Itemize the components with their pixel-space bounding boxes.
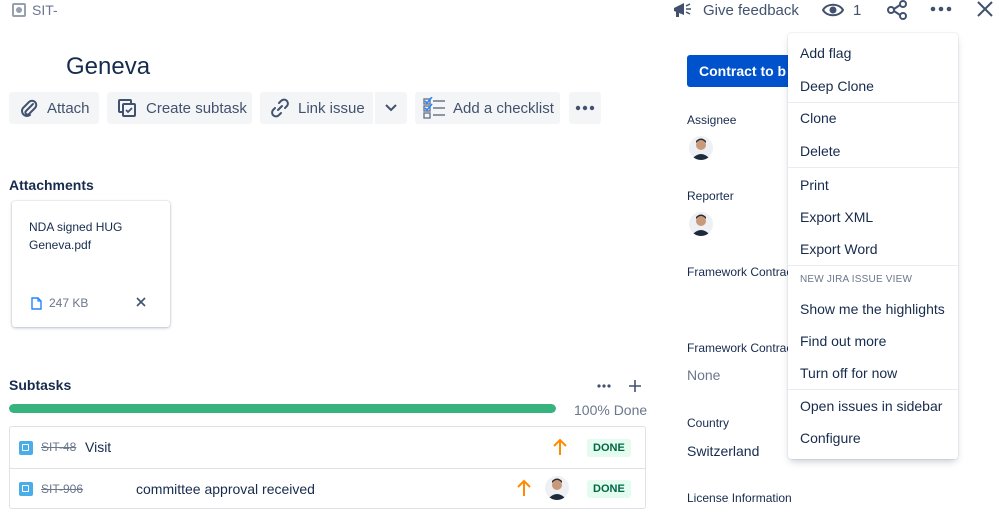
subtask-title[interactable]: committee approval received <box>136 481 315 497</box>
menu-item-show-highlights[interactable]: Show me the highlights <box>788 293 958 325</box>
issue-title[interactable]: Geneva <box>66 53 150 81</box>
watchers-count: 1 <box>853 1 862 19</box>
attachments-heading: Attachments <box>9 177 94 193</box>
link-issue-button[interactable]: Link issue <box>260 92 373 124</box>
menu-divider <box>788 265 958 266</box>
reporter-avatar[interactable] <box>689 212 713 236</box>
avatar[interactable] <box>545 476 569 500</box>
megaphone-icon <box>674 3 691 17</box>
priority-high-icon <box>553 438 567 455</box>
subtasks-more-icon[interactable] <box>597 383 611 389</box>
checklist-icon <box>423 97 445 119</box>
assignee-avatar[interactable] <box>689 136 713 160</box>
more-toolbar-button[interactable] <box>569 92 601 124</box>
person-avatar-icon <box>547 478 567 500</box>
framework-contract-2-value[interactable]: None <box>687 367 720 383</box>
country-label: Country <box>687 416 730 430</box>
breadcrumb[interactable]: SIT- <box>12 2 58 18</box>
reporter-label: Reporter <box>687 189 734 203</box>
menu-item-add-flag[interactable]: Add flag <box>788 37 958 69</box>
subtask-key[interactable]: SIT-48 <box>41 440 76 454</box>
link-icon <box>271 98 289 118</box>
status-badge[interactable]: DONE <box>587 480 631 498</box>
menu-item-find-out-more[interactable]: Find out more <box>788 325 958 357</box>
framework-contract-label: Framework Contrac <box>687 265 793 279</box>
add-subtask-icon[interactable] <box>627 378 643 394</box>
delete-attachment-icon[interactable] <box>136 297 146 307</box>
paperclip-icon <box>21 99 38 117</box>
menu-section-heading: NEW JIRA ISSUE VIEW <box>800 274 913 285</box>
transition-button[interactable]: Contract to b <box>687 55 797 87</box>
subtasks-table: SIT-48 Visit DONE SIT-906 committee appr… <box>9 426 646 509</box>
subtask-row[interactable]: SIT-906 committee approval received DONE <box>10 468 645 509</box>
priority-high-icon <box>517 479 531 496</box>
more-icon <box>575 105 595 111</box>
person-avatar-icon <box>691 214 711 236</box>
license-information-label: License Information <box>687 491 792 505</box>
eye-icon <box>822 3 844 17</box>
menu-item-print[interactable]: Print <box>788 169 958 201</box>
issue-key[interactable]: SIT- <box>32 2 58 18</box>
menu-item-turn-off[interactable]: Turn off for now <box>788 357 958 389</box>
project-icon <box>12 3 26 17</box>
country-value[interactable]: Switzerland <box>687 443 759 459</box>
subtasks-heading: Subtasks <box>9 377 72 393</box>
framework-contract-2-label: Framework Contrac <box>687 341 793 355</box>
status-badge[interactable]: DONE <box>587 439 631 457</box>
menu-item-deep-clone[interactable]: Deep Clone <box>788 70 958 102</box>
menu-item-clone[interactable]: Clone <box>788 102 958 134</box>
share-icon[interactable] <box>886 0 908 20</box>
document-icon <box>31 297 42 310</box>
subtasks-progress-bar <box>9 404 556 413</box>
subtask-type-icon <box>19 441 33 455</box>
menu-item-export-xml[interactable]: Export XML <box>788 201 958 233</box>
subtask-type-icon <box>19 482 33 496</box>
menu-item-delete[interactable]: Delete <box>788 135 958 167</box>
subtask-title[interactable]: Visit <box>85 439 111 455</box>
subtask-row[interactable]: SIT-48 Visit DONE <box>10 427 645 468</box>
person-avatar-icon <box>691 138 711 160</box>
menu-item-open-in-sidebar[interactable]: Open issues in sidebar <box>788 390 958 422</box>
more-actions-menu: Add flag Deep Clone Clone Delete Print E… <box>788 33 958 459</box>
chevron-down-icon <box>385 104 397 112</box>
progress-label: 100% Done <box>574 402 648 418</box>
give-feedback-button[interactable]: Give feedback <box>672 0 799 20</box>
menu-item-export-word[interactable]: Export Word <box>788 233 958 265</box>
subtask-key[interactable]: SIT-906 <box>41 482 83 496</box>
attachment-card[interactable]: NDA signed HUG Geneva.pdf 247 KB <box>12 201 170 327</box>
menu-item-configure[interactable]: Configure <box>788 422 958 454</box>
attachment-filename[interactable]: NDA signed HUG Geneva.pdf <box>29 218 144 254</box>
progress-fill <box>9 404 556 413</box>
attach-button[interactable]: Attach <box>9 92 99 124</box>
more-actions-icon[interactable] <box>930 4 952 14</box>
close-icon[interactable] <box>976 0 994 18</box>
assignee-label: Assignee <box>687 113 737 127</box>
menu-divider <box>788 167 958 168</box>
attachment-size: 247 KB <box>49 296 89 310</box>
watchers-button[interactable]: 1 <box>822 0 861 20</box>
add-checklist-button[interactable]: Add a checklist <box>415 92 560 124</box>
link-issue-dropdown[interactable] <box>375 92 407 124</box>
create-subtask-button[interactable]: Create subtask <box>107 92 252 124</box>
subtask-icon <box>118 99 136 117</box>
